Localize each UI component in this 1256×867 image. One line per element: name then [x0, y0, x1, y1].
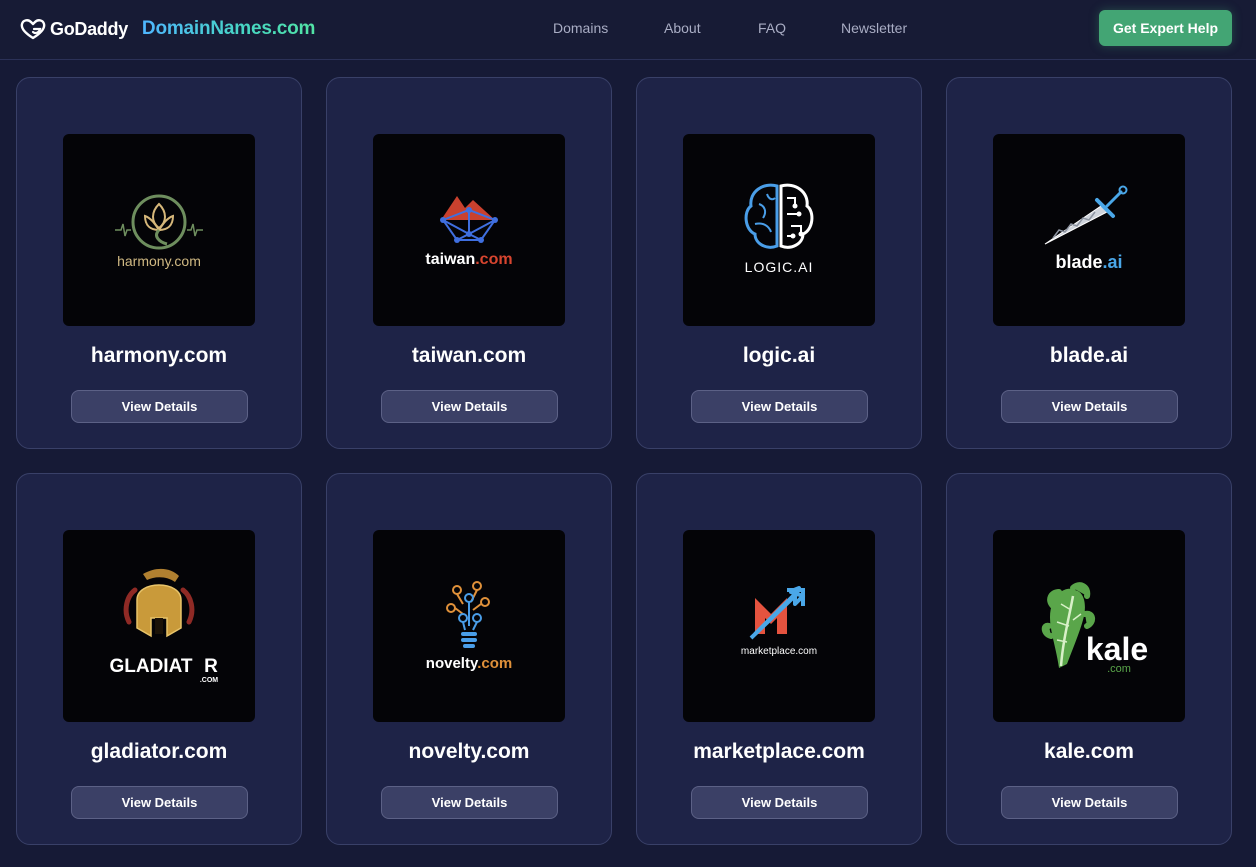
domain-name: kale.com: [1044, 740, 1134, 763]
godaddy-logo[interactable]: GoDaddy: [20, 18, 128, 40]
logo-text: harmony.com: [117, 253, 201, 269]
logo-text: marketplace.com: [741, 646, 817, 657]
domain-card-taiwan[interactable]: taiwan.com taiwan.com View Details: [326, 77, 612, 449]
view-details-button[interactable]: View Details: [381, 786, 558, 819]
logo-text-tld: .COM: [200, 677, 218, 684]
view-details-button[interactable]: View Details: [1001, 786, 1178, 819]
lotus-icon: harmony.com: [115, 194, 203, 269]
domain-name: novelty.com: [408, 740, 530, 763]
logo-text-tld: .com: [477, 655, 512, 672]
site-name[interactable]: DomainNames.com: [142, 18, 316, 40]
godaddy-wordmark: GoDaddy: [50, 18, 128, 39]
view-details-button[interactable]: View Details: [691, 390, 868, 423]
domain-name: logic.ai: [742, 344, 816, 367]
nav-link-about[interactable]: About: [664, 20, 701, 36]
domain-card-marketplace[interactable]: marketplace.com marketplace.com View Det…: [636, 473, 922, 845]
logo-text-primary: blade: [1055, 252, 1102, 272]
domain-card-kale[interactable]: kale .com kale.com View Details: [946, 473, 1232, 845]
domain-logo[interactable]: marketplace.com: [683, 530, 875, 722]
domain-logo[interactable]: taiwan.com: [373, 134, 565, 326]
logo-text-tld: .com: [475, 251, 512, 268]
domain-name: blade.ai: [1049, 344, 1129, 367]
nav-link-domains[interactable]: Domains: [553, 20, 608, 36]
view-details-button[interactable]: View Details: [691, 786, 868, 819]
m-arrow-icon: marketplace.com: [741, 586, 817, 657]
logo-text-primary: kale: [1086, 631, 1148, 667]
svg-text:blade.ai: blade.ai: [1055, 252, 1122, 272]
domain-logo[interactable]: novelty.com: [373, 530, 565, 722]
mountain-network-icon: taiwan.com: [425, 196, 513, 268]
view-details-button[interactable]: View Details: [381, 390, 558, 423]
domain-logo[interactable]: GLADIAT R .COM: [63, 530, 255, 722]
logo-text: LOGIC.AI: [745, 259, 814, 275]
svg-text:taiwan.com: taiwan.com: [425, 251, 512, 268]
nav-link-newsletter[interactable]: Newsletter: [841, 20, 907, 36]
brand[interactable]: GoDaddy DomainNames.com: [20, 14, 315, 44]
domain-logo[interactable]: harmony.com: [63, 134, 255, 326]
sword-icon: blade.ai: [1044, 185, 1128, 272]
lightbulb-icon: novelty.com: [426, 581, 512, 672]
view-details-button[interactable]: View Details: [71, 390, 248, 423]
logo-text-primary: taiwan: [425, 251, 475, 268]
domain-name: harmony.com: [90, 344, 228, 367]
view-details-button[interactable]: View Details: [71, 786, 248, 819]
get-expert-help-button[interactable]: Get Expert Help: [1099, 10, 1232, 46]
logo-text-primary: novelty: [426, 655, 479, 672]
kale-leaf-icon: kale .com: [1041, 582, 1148, 675]
domain-name: marketplace.com: [693, 740, 865, 763]
svg-text:novelty.com: novelty.com: [426, 655, 512, 672]
domain-logo[interactable]: LOGIC.AI: [683, 134, 875, 326]
logo-text-primary: GLADIAT: [109, 656, 192, 677]
brain-icon: LOGIC.AI: [744, 183, 814, 275]
domain-name: taiwan.com: [411, 344, 527, 367]
nav-link-faq[interactable]: FAQ: [758, 20, 786, 36]
domain-card-blade[interactable]: blade.ai blade.ai View Details: [946, 77, 1232, 449]
godaddy-heart-icon: [20, 19, 46, 40]
domain-card-gladiator[interactable]: GLADIAT R .COM gladiator.com View Detail…: [16, 473, 302, 845]
domain-card-harmony[interactable]: harmony.com harmony.com View Details: [16, 77, 302, 449]
domain-card-novelty[interactable]: novelty.com novelty.com View Details: [326, 473, 612, 845]
logo-text-tld: .com: [1107, 663, 1131, 675]
top-navigation-bar: GoDaddy DomainNames.com Domains About FA…: [0, 0, 1256, 60]
domain-card-logic[interactable]: LOGIC.AI logic.ai View Details: [636, 77, 922, 449]
domain-logo[interactable]: blade.ai: [993, 134, 1185, 326]
helmet-icon: GLADIAT R .COM: [109, 568, 218, 684]
domain-logo[interactable]: kale .com: [993, 530, 1185, 722]
view-details-button[interactable]: View Details: [1001, 390, 1178, 423]
domain-name: gladiator.com: [90, 740, 228, 763]
logo-text-end: R: [204, 656, 218, 677]
logo-text-tld: .ai: [1103, 252, 1123, 272]
